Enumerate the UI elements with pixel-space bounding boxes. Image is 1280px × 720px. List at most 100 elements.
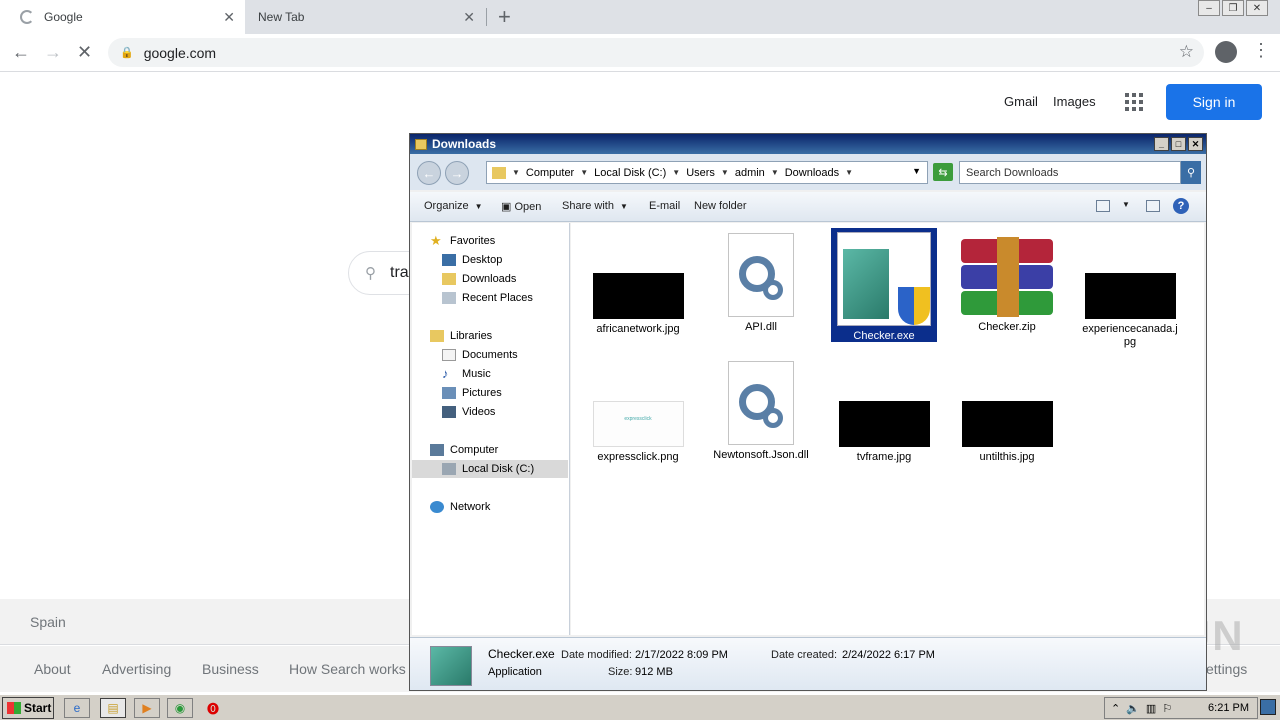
- star-icon: ★: [430, 233, 442, 248]
- explorer-taskbar-icon[interactable]: ▤: [100, 698, 126, 718]
- start-button[interactable]: Start: [2, 697, 54, 719]
- close-tab-icon[interactable]: ✕: [223, 9, 235, 26]
- profile-avatar-icon[interactable]: [1215, 41, 1237, 63]
- network-icon: [430, 501, 444, 513]
- back-arrow-icon[interactable]: ←: [417, 161, 441, 185]
- file-item[interactable]: expressclick expressclick.png: [585, 401, 691, 464]
- footer-link-settings[interactable]: ettings: [1206, 661, 1247, 677]
- nav-favorites[interactable]: ★ Favorites: [430, 232, 495, 250]
- history-dropdown-icon[interactable]: ▼: [912, 166, 921, 176]
- refresh-icon[interactable]: ⇆: [933, 163, 953, 181]
- nav-pictures[interactable]: Pictures: [442, 384, 502, 402]
- forward-arrow-icon[interactable]: →: [44, 42, 62, 63]
- footer-link-advertising[interactable]: Advertising: [102, 661, 171, 677]
- restore-button[interactable]: ❐: [1222, 0, 1244, 16]
- chevron-down-icon[interactable]: ▼: [721, 168, 729, 177]
- minimize-button[interactable]: –: [1198, 0, 1220, 16]
- footer-link-about[interactable]: About: [34, 661, 71, 677]
- tab-google[interactable]: Google ✕: [0, 0, 245, 34]
- show-desktop-icon[interactable]: [1260, 699, 1276, 715]
- nav-videos[interactable]: Videos: [442, 403, 495, 421]
- clock[interactable]: 6:21 PM: [1208, 702, 1249, 714]
- search-input[interactable]: Search Downloads: [959, 161, 1181, 184]
- nav-documents[interactable]: Documents: [442, 346, 518, 364]
- country-label: Spain: [30, 614, 66, 630]
- preview-pane-icon[interactable]: [1146, 200, 1160, 212]
- nav-downloads[interactable]: Downloads: [442, 270, 516, 288]
- file-item[interactable]: API.dll: [708, 233, 814, 334]
- bookmark-star-icon[interactable]: ☆: [1179, 42, 1194, 62]
- chevron-down-icon[interactable]: ▼: [580, 168, 588, 177]
- share-with-button[interactable]: Share with ▼: [562, 200, 628, 212]
- internet-explorer-icon[interactable]: e: [64, 698, 90, 718]
- close-tab-icon[interactable]: ✕: [463, 9, 475, 26]
- tray-expand-icon[interactable]: ⌃: [1111, 702, 1120, 715]
- explorer-titlebar[interactable]: Downloads _ □ ✕: [410, 134, 1206, 154]
- nav-network[interactable]: Network: [430, 498, 490, 516]
- search-icon[interactable]: ⚲: [1181, 161, 1201, 184]
- stop-loading-icon[interactable]: ✕: [77, 42, 92, 63]
- help-icon[interactable]: ?: [1173, 198, 1189, 214]
- chrome-icon[interactable]: ◉: [167, 698, 193, 718]
- tab-separator: [486, 8, 487, 26]
- navigation-pane: ★ Favorites Desktop Downloads Recent Plac…: [412, 223, 570, 635]
- close-window-button[interactable]: ✕: [1246, 0, 1268, 16]
- file-item[interactable]: Newtonsoft.Json.dll: [708, 361, 814, 462]
- menu-kebab-icon[interactable]: ⋮: [1252, 40, 1270, 61]
- nav-music[interactable]: ♪ Music: [442, 365, 491, 383]
- breadcrumb-computer[interactable]: Computer: [526, 167, 574, 179]
- chevron-down-icon[interactable]: ▼: [845, 168, 853, 177]
- maximize-button[interactable]: □: [1171, 137, 1186, 151]
- gmail-link[interactable]: Gmail: [1004, 94, 1038, 109]
- search-input[interactable]: tra: [390, 264, 409, 282]
- nav-libraries[interactable]: Libraries: [430, 327, 492, 345]
- antivirus-icon[interactable]: ⓿: [200, 698, 226, 718]
- nav-desktop[interactable]: Desktop: [442, 251, 502, 269]
- tab-new-tab[interactable]: New Tab ✕: [245, 0, 485, 34]
- details-size-value: 912 MB: [635, 666, 673, 678]
- minimize-button[interactable]: _: [1154, 137, 1169, 151]
- dll-file-icon: [728, 361, 794, 445]
- network-tray-icon[interactable]: ▥: [1146, 702, 1156, 715]
- chevron-down-icon[interactable]: ▼: [771, 168, 779, 177]
- breadcrumb[interactable]: ▼ Computer ▼ Local Disk (C:) ▼ Users ▼ a…: [486, 161, 928, 184]
- new-folder-button[interactable]: New folder: [694, 200, 747, 212]
- nav-recent-places[interactable]: Recent Places: [442, 289, 533, 307]
- breadcrumb-admin[interactable]: admin: [735, 167, 765, 179]
- images-link[interactable]: Images: [1053, 94, 1096, 109]
- apps-grid-icon[interactable]: [1125, 93, 1143, 111]
- media-player-icon[interactable]: ▶: [134, 698, 160, 718]
- chevron-down-icon[interactable]: ▼: [672, 168, 680, 177]
- back-arrow-icon[interactable]: ←: [12, 42, 30, 63]
- footer-link-how-search-works[interactable]: How Search works: [289, 661, 406, 677]
- explorer-window: Downloads _ □ ✕ ← → ▼ Computer ▼ Local D…: [409, 133, 1207, 691]
- address-bar[interactable]: 🔒 google.com ☆: [108, 38, 1204, 67]
- breadcrumb-users[interactable]: Users: [686, 167, 715, 179]
- file-item[interactable]: Checker.zip: [954, 237, 1060, 334]
- change-view-icon[interactable]: [1096, 200, 1110, 212]
- nav-local-disk[interactable]: Local Disk (C:): [412, 460, 568, 478]
- organize-button[interactable]: Organize ▼: [424, 200, 483, 212]
- file-item-selected[interactable]: Checker.exe: [831, 228, 937, 342]
- file-item[interactable]: tvframe.jpg: [831, 401, 937, 464]
- volume-icon[interactable]: 🔈: [1126, 702, 1140, 715]
- chevron-down-icon[interactable]: ▼: [512, 168, 520, 177]
- footer-link-business[interactable]: Business: [202, 661, 259, 677]
- forward-arrow-icon[interactable]: →: [445, 161, 469, 185]
- sign-in-button[interactable]: Sign in: [1166, 84, 1262, 120]
- new-tab-button[interactable]: +: [498, 4, 511, 30]
- file-item[interactable]: untilthis.jpg: [954, 401, 1060, 464]
- open-button[interactable]: ▣ Open: [501, 200, 541, 213]
- close-window-button[interactable]: ✕: [1188, 137, 1203, 151]
- file-item[interactable]: africanetwork.jpg: [585, 273, 691, 336]
- nav-computer[interactable]: Computer: [430, 441, 498, 459]
- lock-icon: 🔒: [120, 47, 134, 59]
- view-dropdown-icon[interactable]: ▼: [1122, 200, 1130, 209]
- image-thumbnail: expressclick: [592, 401, 684, 447]
- breadcrumb-downloads[interactable]: Downloads: [785, 167, 839, 179]
- email-button[interactable]: E-mail: [649, 200, 680, 212]
- breadcrumb-local-disk[interactable]: Local Disk (C:): [594, 167, 666, 179]
- action-center-flag-icon[interactable]: ⚐: [1162, 702, 1172, 715]
- file-item[interactable]: experiencecanada.jpg: [1077, 273, 1183, 349]
- details-size-label: Size:: [608, 666, 633, 678]
